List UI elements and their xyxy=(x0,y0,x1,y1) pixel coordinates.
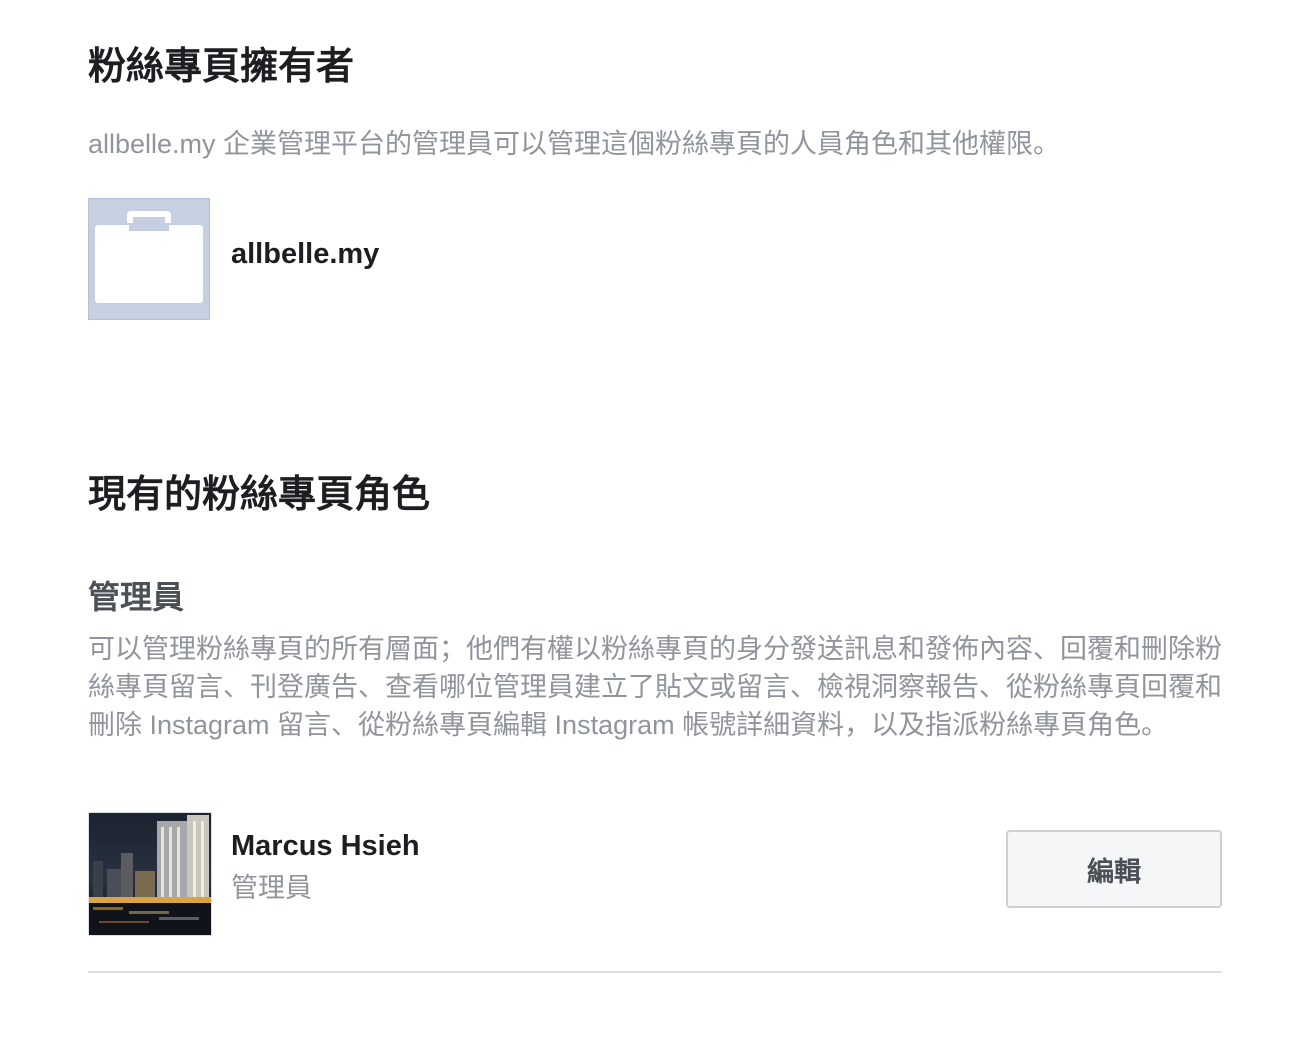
business-avatar[interactable] xyxy=(88,198,210,320)
owner-section-title: 粉絲專頁擁有者 xyxy=(88,46,355,88)
edit-button[interactable]: 編輯 xyxy=(1006,830,1222,908)
owner-section-description: allbelle.my 企業管理平台的管理員可以管理這個粉絲專頁的人員角色和其他… xyxy=(88,129,1061,159)
profile-photo xyxy=(89,813,211,935)
avatar[interactable] xyxy=(88,812,212,936)
role-member-row: Marcus Hsieh 管理員 編輯 xyxy=(88,812,1222,938)
admin-role-description: 可以管理粉絲專頁的所有層面；他們有權以粉絲專頁的身分發送訊息和發佈內容、回覆和刪… xyxy=(88,634,1222,740)
member-role: 管理員 xyxy=(231,873,312,903)
member-name[interactable]: Marcus Hsieh xyxy=(231,826,420,866)
divider xyxy=(88,971,1222,973)
briefcase-icon xyxy=(95,211,203,303)
business-owner-row: allbelle.my xyxy=(88,198,688,322)
roles-section-title: 現有的粉絲專頁角色 xyxy=(88,474,431,516)
admin-role-heading: 管理員 xyxy=(88,579,185,615)
business-name[interactable]: allbelle.my xyxy=(231,234,379,274)
